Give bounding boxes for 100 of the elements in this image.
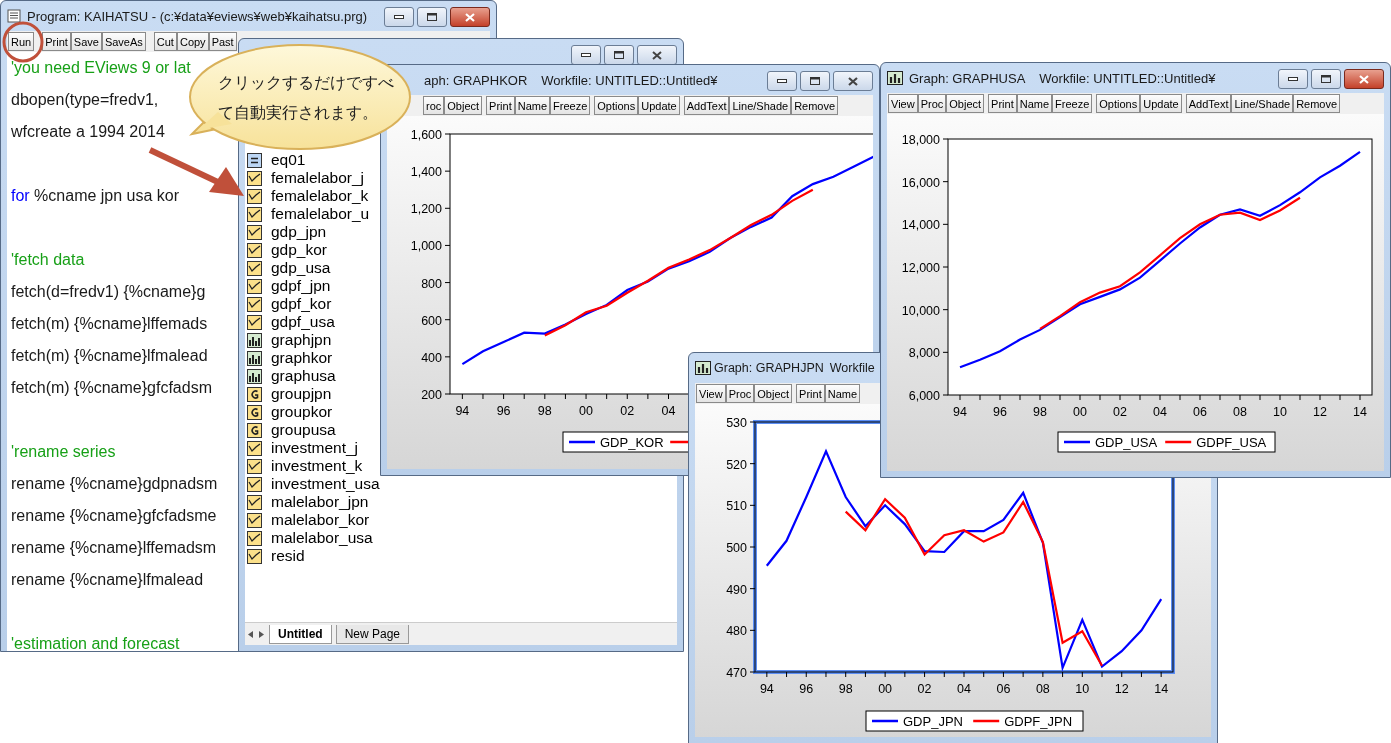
minimize-button[interactable] — [1278, 69, 1308, 89]
object-name[interactable]: malelabor_jpn — [271, 493, 369, 511]
maximize-icon — [427, 13, 437, 21]
axis-label: 12 — [1313, 405, 1327, 419]
toolbar-button[interactable]: Object — [946, 94, 985, 113]
close-button[interactable] — [450, 7, 490, 27]
toolbar-button[interactable]: Line/Shade — [1231, 94, 1294, 113]
toolbar-button[interactable]: Remove — [1293, 94, 1341, 113]
object-name[interactable]: gdpf_kor — [271, 295, 332, 313]
object-name[interactable]: gdp_kor — [271, 241, 327, 259]
object-name[interactable]: groupkor — [271, 403, 333, 421]
group-icon — [247, 422, 262, 438]
toolbar-button[interactable]: View — [888, 94, 918, 113]
toolbar-button[interactable]: Freeze — [550, 96, 591, 115]
bar-chart-icon — [695, 361, 711, 375]
toolbar-button[interactable]: Options — [594, 96, 639, 115]
toolbar-button[interactable]: SaveAs — [101, 32, 146, 51]
maximize-button[interactable] — [604, 45, 634, 65]
bar-chart-icon — [247, 350, 262, 366]
object-name[interactable]: gdp_jpn — [271, 223, 327, 241]
window-title: aph: GRAPHKOR — [424, 72, 528, 88]
scroll-right-icon[interactable] — [258, 629, 265, 639]
axis-label: 16,000 — [901, 175, 940, 190]
toolbar-button[interactable]: Save — [70, 32, 102, 51]
object-name[interactable]: investment_usa — [271, 475, 380, 493]
toolbar-button[interactable]: Update — [1140, 94, 1182, 113]
toolbar-button[interactable]: View — [696, 384, 726, 403]
object-name[interactable]: graphjpn — [271, 331, 332, 349]
axis-label: 14,000 — [901, 218, 940, 233]
object-name[interactable]: gdpf_jpn — [271, 277, 331, 295]
series-icon — [247, 476, 262, 492]
toolbar-button[interactable]: Proc — [917, 94, 947, 113]
legend-label: GDPF_USA — [1196, 435, 1267, 450]
object-name[interactable]: femalelabor_k — [271, 187, 369, 205]
axis-label: 04 — [957, 682, 971, 696]
object-name[interactable]: malelabor_kor — [271, 511, 370, 529]
toolbar-button[interactable]: roc — [423, 96, 445, 115]
close-button[interactable] — [833, 71, 873, 91]
object-name[interactable]: gdpf_usa — [271, 313, 335, 331]
toolbar-button[interactable]: Update — [638, 96, 680, 115]
object-name[interactable]: investment_j — [271, 439, 358, 457]
object-name[interactable]: groupusa — [271, 421, 336, 439]
object-name[interactable]: femalelabor_u — [271, 205, 370, 223]
bar-chart-icon — [247, 332, 262, 348]
object-name[interactable]: gdp_usa — [271, 259, 331, 277]
page-tab[interactable]: Untitled — [269, 624, 332, 644]
close-button[interactable] — [1344, 69, 1384, 89]
minimize-button[interactable] — [571, 45, 601, 65]
toolbar-button[interactable]: Name — [514, 96, 551, 115]
toolbar-button[interactable]: Name — [1016, 94, 1053, 113]
code-line: fetch(m) {%cname}gfcfadsm — [11, 379, 212, 396]
toolbar-button[interactable]: Print — [796, 384, 825, 403]
object-name[interactable]: femalelabor_j — [271, 169, 365, 187]
axis-label: 98 — [838, 682, 853, 696]
workfile-label: Workfile — [829, 361, 875, 375]
maximize-button[interactable] — [417, 7, 447, 27]
toolbar-button[interactable]: Run — [8, 32, 35, 51]
toolbar-button[interactable]: Print — [988, 94, 1017, 113]
toolbar-button[interactable]: Past — [208, 32, 237, 51]
object-name[interactable]: groupjpn — [271, 385, 332, 403]
close-icon — [652, 50, 662, 60]
toolbar-button[interactable]: Name — [824, 384, 861, 403]
object-name[interactable]: eq01 — [271, 151, 306, 169]
maximize-button[interactable] — [800, 71, 830, 91]
window-title: Graph: GRAPHUSA — [909, 70, 1026, 86]
axis-label: 02 — [1113, 405, 1127, 419]
axis-label: 12 — [1114, 682, 1129, 696]
object-name[interactable]: graphusa — [271, 367, 336, 385]
code-line: 'estimation and forecast — [11, 635, 180, 651]
object-name[interactable]: investment_k — [271, 457, 363, 475]
toolbar-button[interactable]: Object — [444, 96, 483, 115]
toolbar-button[interactable]: Remove — [791, 96, 839, 115]
legend-label: GDP_KOR — [600, 435, 664, 450]
toolbar-button[interactable]: AddText — [683, 96, 730, 115]
workfile-label: Workfile: UNTITLED::Untitled¥ — [1039, 70, 1216, 86]
maximize-button[interactable] — [1311, 69, 1341, 89]
axis-label: 10 — [1075, 682, 1090, 696]
axis-label: 530 — [726, 416, 747, 430]
toolbar-button[interactable]: Options — [1096, 94, 1141, 113]
object-name[interactable]: resid — [271, 547, 305, 565]
toolbar-button[interactable]: AddText — [1185, 94, 1232, 113]
toolbar-button[interactable]: Proc — [725, 384, 755, 403]
close-button[interactable] — [637, 45, 677, 65]
object-name[interactable]: malelabor_usa — [271, 529, 373, 547]
axis-label: 800 — [421, 276, 442, 291]
axis-label: 08 — [1233, 405, 1247, 419]
toolbar-button[interactable]: Cut — [153, 32, 177, 51]
toolbar-button[interactable]: Freeze — [1052, 94, 1093, 113]
page-tab[interactable]: New Page — [335, 624, 410, 644]
legend-swatch — [1165, 440, 1192, 444]
toolbar-button[interactable]: Print — [486, 96, 515, 115]
minimize-button[interactable] — [384, 7, 414, 27]
scroll-left-icon[interactable] — [247, 629, 254, 639]
axis-label: 00 — [579, 404, 593, 418]
toolbar-button[interactable]: Copy — [176, 32, 209, 51]
toolbar-button[interactable]: Print — [42, 32, 71, 51]
toolbar-button[interactable]: Line/Shade — [729, 96, 792, 115]
minimize-button[interactable] — [767, 71, 797, 91]
toolbar-button[interactable]: Object — [754, 384, 793, 403]
object-name[interactable]: graphkor — [271, 349, 333, 367]
